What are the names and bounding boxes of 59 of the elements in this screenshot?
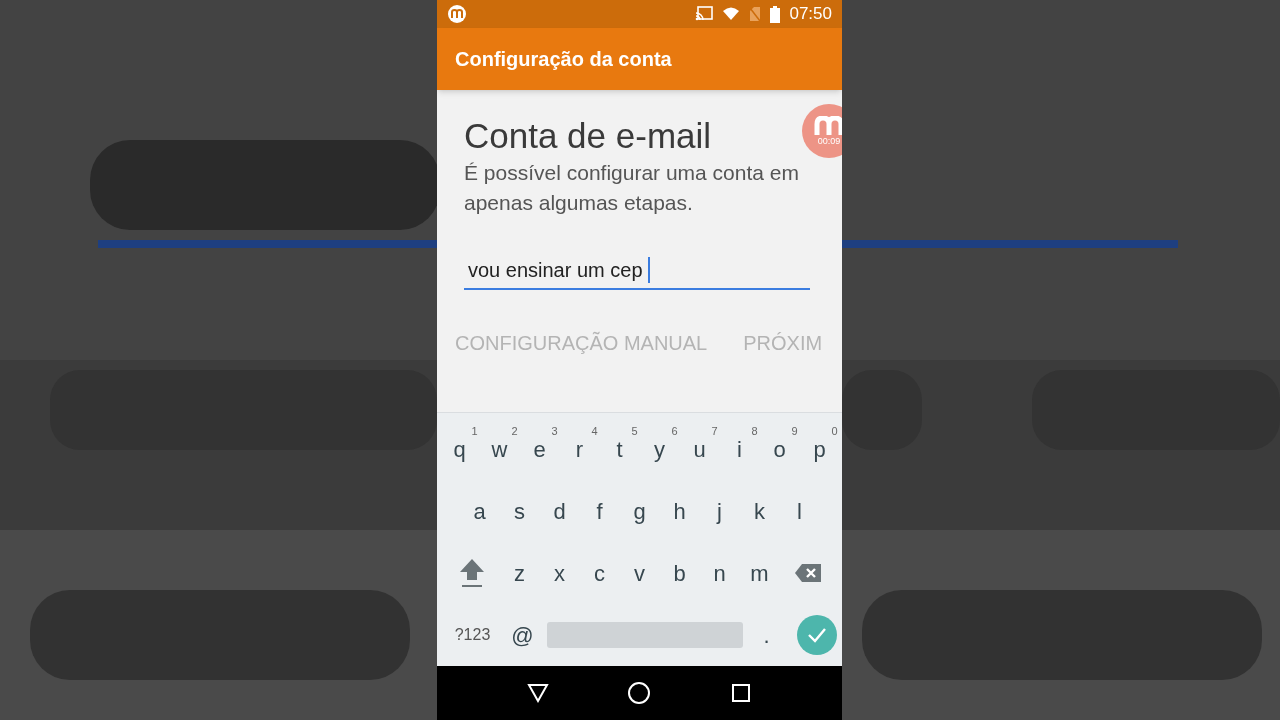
key[interactable]: ?123 <box>442 608 503 663</box>
key[interactable]: x <box>539 546 580 601</box>
key[interactable]: u 7 <box>679 422 720 477</box>
key[interactable]: e 3 <box>519 422 560 477</box>
backspace-icon <box>793 563 822 584</box>
key[interactable]: y 6 <box>639 422 680 477</box>
key-hint: 2 <box>511 423 518 439</box>
key-hint: 4 <box>591 423 598 439</box>
key-hint: 3 <box>551 423 558 439</box>
heading: Conta de e-mail <box>464 116 713 156</box>
key[interactable]: i 8 <box>719 422 760 477</box>
description: É possível configurar uma conta em apenas algumas etapas. <box>464 160 800 216</box>
key[interactable]: w 2 <box>479 422 520 477</box>
recents-icon <box>731 683 752 703</box>
key-hint: 9 <box>791 423 798 439</box>
key[interactable]: o 9 <box>759 422 800 477</box>
key[interactable]: t 5 <box>599 422 640 477</box>
key[interactable]: b <box>659 546 700 601</box>
battery-icon <box>770 5 781 23</box>
no-sim-icon <box>749 6 762 22</box>
key-hint: 8 <box>751 423 758 439</box>
check-icon <box>806 627 827 644</box>
recorder-icon <box>814 116 842 136</box>
key[interactable]: a <box>459 484 500 539</box>
key[interactable]: . <box>746 608 787 663</box>
shift-icon <box>457 557 486 590</box>
key-hint: 0 <box>831 423 838 439</box>
key[interactable]: @ <box>502 608 543 663</box>
key-hint: 7 <box>711 423 718 439</box>
recorder-icon <box>447 4 467 24</box>
done-key[interactable] <box>796 615 837 656</box>
key[interactable]: s <box>499 484 540 539</box>
key[interactable]: r 4 <box>559 422 600 477</box>
text-cursor <box>647 257 650 283</box>
key[interactable]: g <box>619 484 660 539</box>
key[interactable]: z <box>499 546 540 601</box>
key[interactable]: k <box>739 484 780 539</box>
status-time: 07:50 <box>789 3 832 26</box>
app-bar-title: Configuração da conta <box>455 47 672 72</box>
cast-icon <box>695 6 714 22</box>
key[interactable]: f <box>579 484 620 539</box>
key[interactable]: j <box>699 484 740 539</box>
key[interactable]: h <box>659 484 700 539</box>
key-hint: 6 <box>671 423 678 439</box>
key[interactable]: n <box>699 546 740 601</box>
key-hint: 5 <box>631 423 638 439</box>
key[interactable]: c <box>579 546 620 601</box>
key[interactable]: l <box>779 484 820 539</box>
recorder-timer: 00:09 <box>817 136 841 146</box>
home-icon <box>627 681 652 705</box>
key-hint: 1 <box>471 423 478 439</box>
wifi-icon <box>722 7 741 21</box>
email-field[interactable]: vou ensinar um cep <box>464 252 810 290</box>
back-icon <box>526 683 549 703</box>
key[interactable]: d <box>539 484 580 539</box>
key[interactable]: m <box>739 546 780 601</box>
key[interactable]: p 0 <box>799 422 840 477</box>
key[interactable]: q 1 <box>439 422 480 477</box>
key[interactable]: v <box>619 546 660 601</box>
